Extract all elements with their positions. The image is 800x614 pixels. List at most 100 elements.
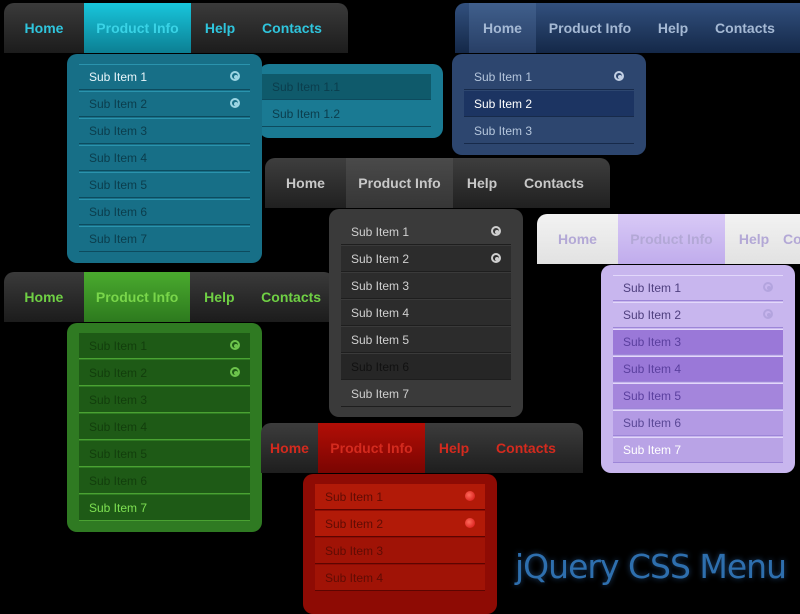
lavender-dropdown-item[interactable]: Sub Item 6 [613,410,783,436]
dark-tab-product-info[interactable]: Product Info [346,158,453,208]
red-tab-contacts[interactable]: Contacts [483,423,569,473]
lavender-dropdown-item[interactable]: Sub Item 1 [613,275,783,301]
item-label: Sub Item 2 [623,308,682,322]
lavender-dropdown-item[interactable]: Sub Item 5 [613,383,783,409]
item-label: Sub Item 1 [474,69,533,84]
red-tab-product-info[interactable]: Product Info [318,423,425,473]
lavender-tab-product-info[interactable]: Product Info [618,214,725,264]
item-label: Sub Item 5 [623,389,682,403]
navy-tab-help[interactable]: Help [644,3,702,53]
submenu-indicator-icon [614,70,624,81]
dark-dropdown-item[interactable]: Sub Item 6 [341,354,511,380]
green-dropdown-item[interactable]: Sub Item 1 [79,333,250,359]
red-menu-bar: Home Product Info Help Contacts [261,423,583,473]
item-label: Sub Item 3 [351,278,410,293]
navy-dropdown-item[interactable]: Sub Item 2 [464,91,634,117]
red-tab-home[interactable]: Home [261,423,318,473]
green-dropdown-item[interactable]: Sub Item 2 [79,360,250,386]
red-dropdown: Sub Item 1 Sub Item 2 Sub Item 3 Sub Ite… [303,474,497,614]
item-label: Sub Item 6 [89,473,148,488]
teal-dropdown-item[interactable]: Sub Item 5 [79,172,250,198]
submenu-indicator-icon [491,252,501,263]
item-label: Sub Item 5 [89,446,148,461]
lavender-dropdown: Sub Item 1 Sub Item 2 Sub Item 3 Sub Ite… [601,265,795,473]
teal-dropdown-item[interactable]: Sub Item 3 [79,118,250,144]
item-label: Sub Item 5 [351,332,410,347]
item-label: Sub Item 7 [89,232,148,246]
red-dropdown-item[interactable]: Sub Item 4 [315,565,485,591]
teal-submenu-item[interactable]: Sub Item 1.2 [262,101,431,127]
item-label: Sub Item 1 [623,281,682,295]
teal-tab-contacts[interactable]: Contacts [249,3,335,53]
dark-dropdown-item[interactable]: Sub Item 7 [341,381,511,407]
green-tab-product-info[interactable]: Product Info [83,272,191,322]
green-dropdown-item[interactable]: Sub Item 4 [79,414,250,440]
green-tab-help[interactable]: Help [190,272,248,322]
item-label: Sub Item 2 [89,97,148,111]
lavender-tab-help[interactable]: Help [725,214,783,264]
lavender-tab-contacts[interactable]: Contacts [783,214,800,264]
teal-dropdown: Sub Item 1 Sub Item 2 Sub Item 3 Sub Ite… [67,54,262,263]
dark-tab-contacts[interactable]: Contacts [511,158,597,208]
green-tab-home[interactable]: Home [4,272,84,322]
item-label: Sub Item 3 [325,543,384,558]
item-label: Sub Item 6 [89,205,148,219]
item-label: Sub Item 4 [89,419,148,434]
red-dropdown-item[interactable]: Sub Item 3 [315,538,485,564]
teal-dropdown-item[interactable]: Sub Item 2 [79,91,250,117]
green-tab-contacts[interactable]: Contacts [248,272,334,322]
dark-dropdown-item[interactable]: Sub Item 1 [341,219,511,245]
navy-tab-home[interactable]: Home [469,3,536,53]
teal-tab-product-info[interactable]: Product Info [84,3,191,53]
green-dropdown-item[interactable]: Sub Item 5 [79,441,250,467]
dark-tab-home[interactable]: Home [265,158,346,208]
item-label: Sub Item 3 [89,124,148,138]
green-dropdown-item[interactable]: Sub Item 7 [79,495,250,521]
lavender-dropdown-item[interactable]: Sub Item 2 [613,302,783,328]
navy-dropdown-item[interactable]: Sub Item 1 [464,64,634,90]
teal-tab-help[interactable]: Help [191,3,249,53]
teal-dropdown-item[interactable]: Sub Item 4 [79,145,250,171]
teal-tab-home[interactable]: Home [4,3,84,53]
item-label: Sub Item 2 [351,251,410,266]
green-menu-bar: Home Product Info Help Contacts [4,272,334,322]
item-label: Sub Item 5 [89,178,148,192]
submenu-indicator-icon [763,282,773,292]
lavender-dropdown-item[interactable]: Sub Item 4 [613,356,783,382]
dark-menu-bar: Home Product Info Help Contacts [265,158,610,208]
teal-dropdown-item[interactable]: Sub Item 1 [79,64,250,90]
navy-tab-product-info[interactable]: Product Info [536,3,644,53]
red-dropdown-item[interactable]: Sub Item 1 [315,484,485,510]
dark-dropdown-item[interactable]: Sub Item 2 [341,246,511,272]
lavender-tab-home[interactable]: Home [537,214,618,264]
green-dropdown: Sub Item 1 Sub Item 2 Sub Item 3 Sub Ite… [67,323,262,532]
teal-dropdown-item[interactable]: Sub Item 6 [79,199,250,225]
dark-tab-help[interactable]: Help [453,158,511,208]
submenu-indicator-icon [763,309,773,319]
item-label: Sub Item 7 [351,386,410,401]
lavender-dropdown-item[interactable]: Sub Item 3 [613,329,783,355]
teal-submenu-item[interactable]: Sub Item 1.1 [262,74,431,100]
item-label: Sub Item 1.2 [272,106,341,121]
lavender-dropdown-item[interactable]: Sub Item 7 [613,437,783,463]
dark-dropdown-item[interactable]: Sub Item 3 [341,273,511,299]
item-label: Sub Item 1 [325,489,384,504]
dark-dropdown-item[interactable]: Sub Item 4 [341,300,511,326]
teal-menu-bar: Home Product Info Help Contacts [4,3,348,53]
navy-tab-contacts[interactable]: Contacts [702,3,788,53]
item-label: Sub Item 1 [89,338,148,353]
item-label: Sub Item 1 [89,70,148,84]
red-tab-help[interactable]: Help [425,423,483,473]
green-dropdown-item[interactable]: Sub Item 3 [79,387,250,413]
item-label: Sub Item 4 [325,570,384,585]
item-label: Sub Item 1 [351,224,410,239]
green-dropdown-item[interactable]: Sub Item 6 [79,468,250,494]
item-label: Sub Item 4 [623,362,682,376]
teal-dropdown-item[interactable]: Sub Item 7 [79,226,250,252]
navy-menu-bar: Home Product Info Help Contacts [455,3,800,53]
item-label: Sub Item 1.1 [272,79,341,94]
navy-dropdown-item[interactable]: Sub Item 3 [464,118,634,144]
dark-dropdown-item[interactable]: Sub Item 5 [341,327,511,353]
red-dropdown-item[interactable]: Sub Item 2 [315,511,485,537]
navy-dropdown: Sub Item 1 Sub Item 2 Sub Item 3 [452,54,646,155]
